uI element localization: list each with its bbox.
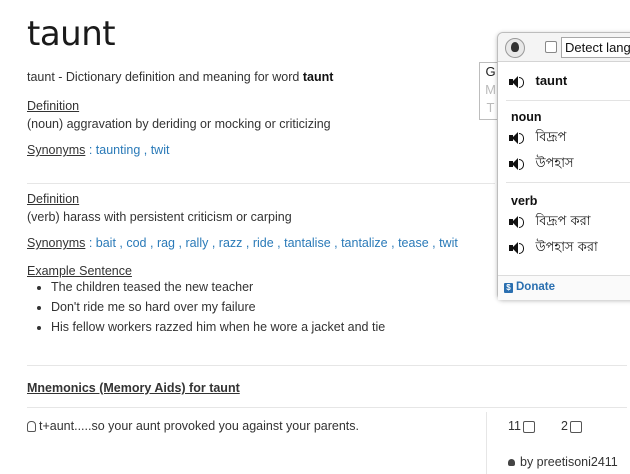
example-sentence: The children teased the new teacher (51, 280, 385, 295)
synonym-link[interactable]: taunting (96, 143, 140, 157)
translation-row: উপহাস (509, 154, 574, 175)
column-divider (486, 412, 487, 474)
mnemonics-title: Mnemonics (Memory Aids) for taunt (27, 381, 240, 395)
lightbulb-icon (27, 421, 36, 433)
mnemonic-text: t+aunt.....so your aunt provoked you aga… (39, 419, 359, 433)
example-sentence: Don't ride me so hard over my failure (51, 300, 385, 315)
synonym-link[interactable]: razz (219, 236, 243, 250)
example-heading: Example Sentence (27, 264, 132, 278)
headword-row: taunt (509, 73, 567, 88)
intro-word: taunt (302, 70, 334, 84)
speaker-icon[interactable] (509, 215, 524, 228)
synonym-link[interactable]: bait (96, 236, 116, 250)
downvote-button[interactable]: 2 (561, 419, 582, 433)
translator-popup: Detect lang taunt noun বিদ্রূপ উপহাস ver… (497, 32, 630, 300)
synonyms-row-1: Synonyms : taunting , twit (27, 143, 170, 157)
synonym-link[interactable]: twit (151, 143, 170, 157)
translation-term: বিদ্রূপ করা (535, 214, 591, 229)
popup-toolbar: Detect lang (498, 33, 630, 62)
synonyms-row-2: Synonyms : bait , cod , rag , rally , ra… (27, 236, 458, 250)
translator-logo-icon[interactable] (505, 38, 525, 58)
translation-row: উপহাস করা (509, 238, 598, 259)
pos-noun: noun (511, 110, 542, 124)
pos-verb: verb (511, 194, 538, 208)
synonym-link[interactable]: twit (439, 236, 458, 250)
synonym-link[interactable]: cod (126, 236, 146, 250)
page-title: taunt (27, 14, 116, 54)
synonym-link[interactable]: rag (157, 236, 175, 250)
upvote-count: 11 (508, 419, 521, 433)
thumbs-up-icon (522, 420, 535, 433)
divider (27, 365, 627, 366)
definition-text-2: (verb) harass with persistent criticism … (27, 210, 292, 224)
example-list: The children teased the new teacher Don'… (35, 280, 385, 340)
intro-text: taunt - Dictionary definition and meanin… (27, 70, 333, 84)
synonym-link[interactable]: tease (398, 236, 429, 250)
author-name[interactable]: by preetisoni2411 (520, 455, 618, 469)
popup-divider (506, 182, 630, 183)
speaker-icon[interactable] (509, 157, 524, 170)
donate-link[interactable]: Donate (516, 281, 555, 293)
definition-text-1: (noun) aggravation by deriding or mockin… (27, 117, 331, 131)
synonyms-label[interactable]: Synonyms (27, 236, 85, 250)
speaker-icon[interactable] (509, 131, 524, 144)
thumbs-down-icon (569, 420, 582, 433)
mnemonic-entry: t+aunt.....so your aunt provoked you aga… (27, 419, 359, 433)
speaker-icon[interactable] (509, 75, 524, 88)
author-line: by preetisoni2411 (508, 455, 618, 469)
definition-heading-1: Definition (27, 99, 80, 113)
popup-headword: taunt (535, 73, 568, 88)
synonym-link[interactable]: ride (253, 236, 274, 250)
example-sentence: His fellow workers razzed him when he wo… (51, 320, 385, 335)
language-select[interactable]: Detect lang (561, 37, 630, 58)
synonym-link[interactable]: tantalize (341, 236, 388, 250)
synonym-link[interactable]: tantalise (284, 236, 331, 250)
downvote-count: 2 (561, 419, 568, 433)
synonym-link[interactable]: rally (185, 236, 208, 250)
divider (27, 407, 627, 408)
popup-divider (506, 100, 630, 101)
intro-prefix: taunt - Dictionary definition and meanin… (27, 70, 303, 84)
divider (27, 183, 495, 184)
speaker-icon[interactable] (509, 241, 524, 254)
translation-row: বিদ্রূপ করা (509, 212, 591, 233)
translation-term: বিদ্রূপ (535, 130, 567, 145)
upvote-button[interactable]: 11 (508, 419, 535, 433)
translation-row: বিদ্রূপ (509, 128, 566, 149)
translation-term: উপহাস (535, 156, 574, 171)
detect-language-checkbox[interactable] (545, 41, 557, 53)
translation-term: উপহাস করা (535, 240, 598, 255)
definition-heading-2: Definition (27, 192, 80, 206)
user-icon (508, 459, 515, 467)
donate-bar: $ Donate (498, 275, 630, 300)
donate-icon: $ (504, 283, 513, 293)
synonyms-label[interactable]: Synonyms (27, 143, 85, 157)
